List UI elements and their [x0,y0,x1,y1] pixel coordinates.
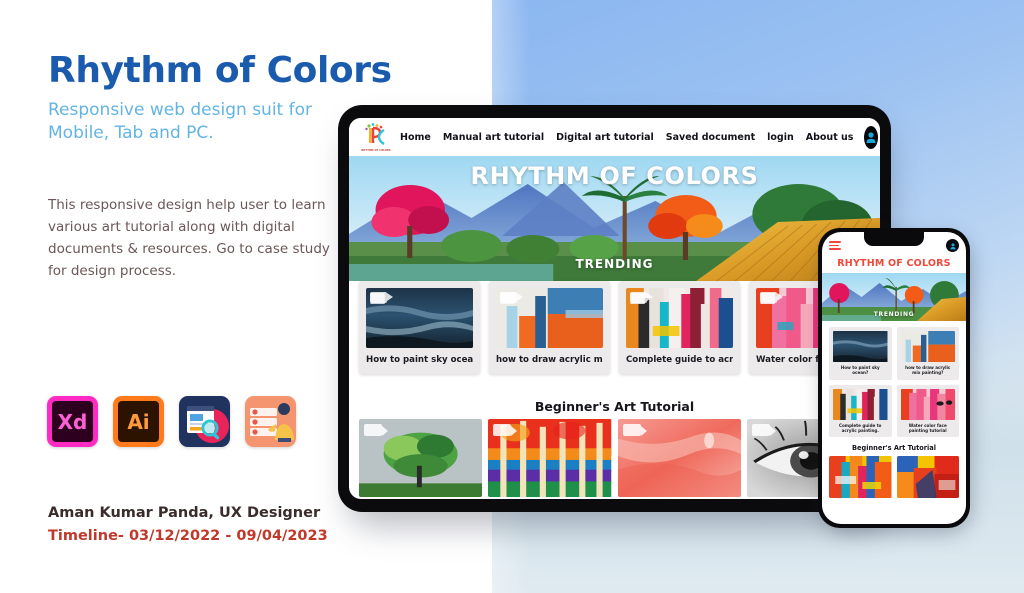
beginner-tutorial-item[interactable] [488,419,612,497]
play-icon [751,424,776,436]
beginner-section-title: Beginner's Art Tutorial [534,399,695,414]
phone-beginner-grid [822,456,966,499]
card-label: How to paint sky ocean? [840,365,880,376]
page-subtitle: Responsive web design suit for Mobile, T… [48,100,312,143]
beginner-tutorial-item[interactable] [617,419,741,497]
card-label: Complete guide to acrylic painting. [626,355,733,365]
phone-mockup: RHYTHM OF COLORS TRENDING How to paint s… [818,228,971,533]
credit-author: Aman Kumar Panda, UX Designer [48,505,321,521]
phone-navbar [822,232,966,256]
card-thumbnail-acrylic-abstract [833,388,888,420]
phone-beginner-item[interactable] [896,456,959,499]
tablet-navbar: RHYTHM OF COLORS Home Manual art tutoria… [349,118,880,156]
play-icon [500,292,523,303]
tablet-nav-items: Home Manual art tutorial Digital art tut… [400,132,853,143]
play-icon [493,424,518,436]
phone-trending-card[interactable]: How to paint sky ocean? [829,327,892,380]
user-avatar-icon[interactable] [946,239,959,252]
phone-beginner-section-title: Beginner's Art Tutorial [851,444,936,453]
card-label: Complete guide to acrylic painting. [838,422,882,433]
tablet-screen: RHYTHM OF COLORS Home Manual art tutoria… [349,118,880,499]
left-copy-panel: Rhythm of Colors Responsive web design s… [0,0,420,593]
tablet-hero: RHYTHM OF COLORS TRENDING [349,156,880,281]
phone-trending-card[interactable]: how to draw acrylic mix painting? [896,327,959,380]
phone-frame: RHYTHM OF COLORS TRENDING How to paint s… [818,228,970,528]
research-analysis-icon [179,396,230,447]
nav-item-login[interactable]: login [767,132,794,143]
card-label: Water color face painting tutorial [908,422,947,433]
card-thumbnail-face-abstract [900,388,955,420]
phone-screen: RHYTHM OF COLORS TRENDING How to paint s… [822,232,966,524]
beginner-tutorial-grid [349,419,880,497]
card-label: how to draw acrylic mix painting? [905,365,951,376]
hamburger-menu-icon[interactable] [829,240,841,251]
tablet-mockup: RHYTHM OF COLORS Home Manual art tutoria… [338,105,891,527]
adobe-illustrator-icon: Ai [113,396,164,447]
phone-trending-card[interactable]: Complete guide to acrylic painting. [829,384,892,438]
phone-trending-card[interactable]: Water color face painting tutorial [896,384,959,438]
phone-trending-grid: How to paint sky ocean? how to draw acry… [822,321,966,438]
tablet-frame: RHYTHM OF COLORS Home Manual art tutoria… [338,105,891,512]
tool-icons-row: Xd Ai [47,396,296,447]
phone-hero-subtitle-trending: TRENDING [873,311,915,318]
card-label: how to draw acrylic mix painting? [496,355,603,365]
hero-title: RHYTHM OF COLORS [470,162,759,190]
play-icon [760,292,783,303]
phone-hero: TRENDING [822,273,966,321]
card-thumbnail-acrylic-mix [496,288,603,348]
adobe-illustrator-label: Ai [118,401,159,442]
play-icon [622,424,647,436]
card-thumbnail-ocean [833,331,888,362]
trending-cards-row: How to paint sky ocean? how to draw acry… [349,281,880,375]
hero-subtitle-trending: TRENDING [575,257,654,271]
card-thumbnail-acrylic-mix [900,331,955,362]
adobe-xd-icon: Xd [47,396,98,447]
user-testing-icon [245,396,296,447]
page-description: This responsive design help user to lear… [48,197,330,279]
play-icon [630,292,653,303]
nav-item-digital-art-tutorial[interactable]: Digital art tutorial [556,132,654,143]
trending-card[interactable]: how to draw acrylic mix painting? [489,281,610,375]
page-title: Rhythm of Colors [48,50,392,91]
nav-item-saved-document[interactable]: Saved document [666,132,755,143]
nav-item-manual-art-tutorial[interactable]: Manual art tutorial [443,132,544,143]
phone-brand-title: RHYTHM OF COLORS [837,258,951,269]
credit-timeline: Timeline- 03/12/2022 - 09/04/2023 [48,528,328,544]
card-thumbnail-acrylic-abstract [626,288,733,348]
trending-card[interactable]: Complete guide to acrylic painting. [619,281,740,375]
phone-beginner-item[interactable] [829,456,892,499]
nav-item-about-us[interactable]: About us [806,132,854,143]
user-avatar-icon[interactable] [864,125,879,149]
adobe-xd-label: Xd [52,401,93,442]
